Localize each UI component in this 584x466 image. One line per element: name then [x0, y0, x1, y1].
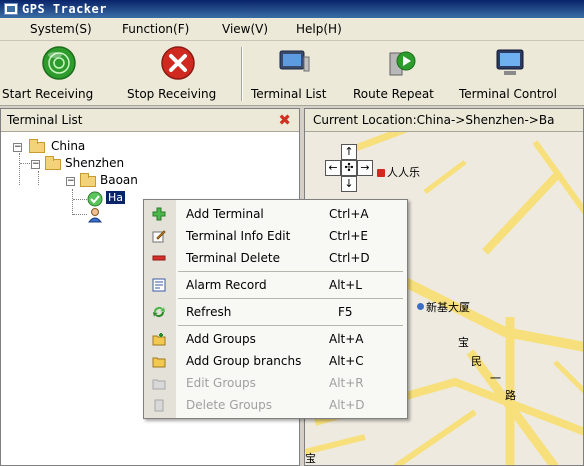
terminal-list-icon — [279, 50, 310, 72]
pan-down-button[interactable]: ↓ — [341, 176, 357, 192]
menu-bar: System(S) Function(F) View(V) Help(H) — [0, 18, 584, 41]
collapse-icon[interactable]: − — [31, 160, 40, 169]
map-label-road-4: 路 — [505, 389, 516, 402]
refresh-icon — [153, 307, 165, 317]
user-icon — [87, 208, 103, 223]
menu-separator — [178, 325, 403, 326]
add-group-branch-icon — [152, 357, 166, 368]
pan-up-button[interactable]: ↑ — [341, 144, 357, 160]
window-title: GPS Tracker — [22, 2, 107, 16]
menu-item-alarm-record[interactable]: Alarm Record Alt+L — [144, 274, 407, 296]
map-label-road-1: 宝 — [458, 336, 469, 349]
pan-right-button[interactable]: → — [357, 160, 373, 176]
start-receiving-label: Start Receiving — [2, 87, 94, 101]
tree-label-baoan: Baoan — [100, 173, 138, 187]
tree-label-terminal: Ha — [106, 191, 126, 204]
terminal-list-label: Terminal List — [251, 87, 327, 101]
alarm-record-icon — [152, 278, 166, 292]
add-group-icon — [152, 333, 166, 346]
location-bar: Current Location:China->Shenzhen->Ba — [305, 109, 583, 132]
menu-item-edit-groups[interactable]: Edit Groups Alt+R — [144, 372, 407, 394]
folder-icon — [80, 173, 96, 187]
context-menu: Add Terminal Ctrl+A Terminal Info Edit C… — [143, 199, 408, 419]
close-icon[interactable]: ✖ — [278, 111, 291, 129]
terminal-control-button[interactable]: Terminal Control — [452, 41, 584, 105]
map-label-poi-1: 人人乐 — [387, 166, 420, 179]
collapse-icon[interactable]: − — [13, 143, 22, 152]
map-label-road-5: 宝 — [305, 452, 316, 465]
pan-left-button[interactable]: ← — [325, 160, 341, 176]
add-terminal-icon — [152, 207, 166, 221]
menu-item-terminal-info-edit[interactable]: Terminal Info Edit Ctrl+E — [144, 225, 407, 247]
folder-icon — [45, 156, 61, 170]
menu-help[interactable]: Help(H) — [296, 22, 342, 36]
online-check-icon — [87, 191, 103, 207]
delete-group-icon — [154, 399, 164, 412]
menu-function[interactable]: Function(F) — [122, 22, 189, 36]
menu-item-add-group-branchs[interactable]: Add Group branchs Alt+C — [144, 350, 407, 372]
start-receiving-button[interactable]: Start Receiving — [0, 41, 118, 105]
terminal-list-button[interactable]: Terminal List — [248, 41, 346, 105]
route-repeat-icon — [389, 51, 416, 76]
map-label-road-2: 民 — [471, 355, 482, 368]
folder-icon — [29, 139, 45, 153]
menu-separator — [178, 271, 403, 272]
tree-label-shenzhen: Shenzhen — [65, 156, 125, 170]
edit-group-icon — [152, 379, 166, 390]
toolbar: Start Receiving Stop Receiving Terminal … — [0, 41, 584, 106]
stop-receiving-button[interactable]: Stop Receiving — [122, 41, 234, 105]
terminal-list-title: Terminal List — [7, 113, 83, 127]
title-bar: GPS Tracker — [0, 0, 584, 18]
tree-label-china: China — [51, 139, 86, 153]
menu-view[interactable]: View(V) — [222, 22, 268, 36]
stop-receiving-label: Stop Receiving — [127, 87, 217, 101]
menu-separator — [178, 298, 403, 299]
menu-item-add-terminal[interactable]: Add Terminal Ctrl+A — [144, 203, 407, 225]
route-repeat-button[interactable]: Route Repeat — [350, 41, 442, 105]
pan-center-button[interactable]: ✣ — [341, 160, 357, 176]
menu-item-refresh[interactable]: Refresh F5 — [144, 301, 407, 323]
toolbar-separator — [241, 47, 243, 101]
map-label-road-3: 一 — [490, 372, 501, 385]
current-location: Current Location:China->Shenzhen->Ba — [313, 113, 555, 127]
stop-receiving-icon — [161, 46, 195, 80]
edit-icon — [152, 230, 166, 243]
poi-marker-icon — [417, 303, 424, 310]
start-receiving-icon — [42, 46, 76, 80]
collapse-icon[interactable]: − — [66, 177, 75, 186]
menu-system[interactable]: System(S) — [30, 22, 92, 36]
terminal-control-icon — [496, 49, 524, 75]
terminal-control-label: Terminal Control — [459, 87, 557, 101]
delete-icon — [152, 255, 166, 261]
menu-item-terminal-delete[interactable]: Terminal Delete Ctrl+D — [144, 247, 407, 269]
map-label-poi-2: 新基大厦 — [426, 301, 470, 314]
menu-item-delete-groups[interactable]: Delete Groups Alt+D — [144, 394, 407, 416]
poi-marker-icon — [377, 169, 385, 177]
app-icon — [4, 3, 18, 15]
route-repeat-label: Route Repeat — [353, 87, 434, 101]
menu-item-add-groups[interactable]: Add Groups Alt+A — [144, 328, 407, 350]
terminal-list-header: Terminal List ✖ — [1, 109, 299, 132]
